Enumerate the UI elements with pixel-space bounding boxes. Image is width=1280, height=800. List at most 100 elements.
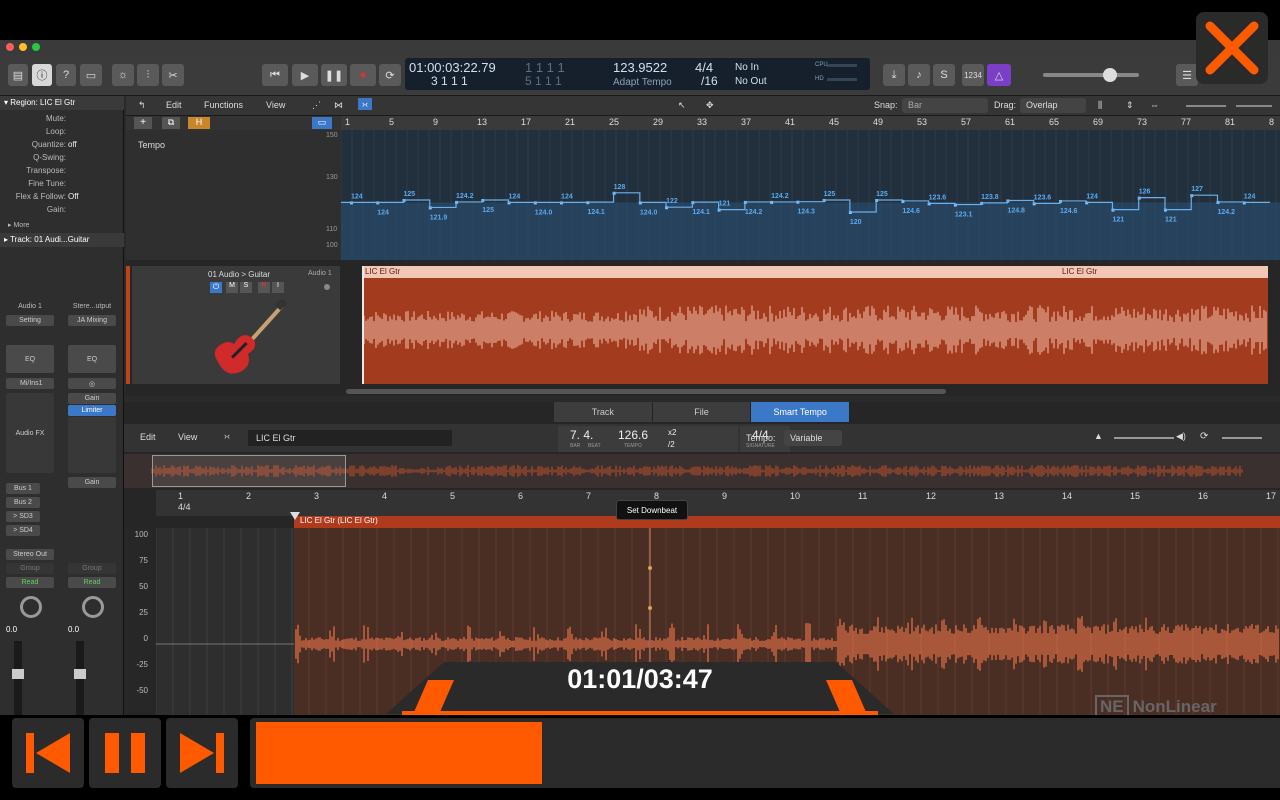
monitor-volume-slider[interactable] [1114,437,1174,439]
minimize-window-button[interactable] [19,43,27,51]
metronome-button[interactable]: △ [987,64,1011,86]
pause-button[interactable]: ❚❚ [321,64,347,86]
region-name-field[interactable]: LIC El Gtr [248,430,452,446]
send-sd4[interactable]: > SD4 [6,525,40,536]
smart-tempo-icon[interactable]: ›‹ [358,98,372,110]
master-volume-knob[interactable] [1103,68,1117,82]
solo-button[interactable]: S [240,282,252,293]
smart-controls-button[interactable]: ☼ [112,64,134,86]
previous-button[interactable] [12,718,84,788]
signature-marker-1[interactable]: 4/4 [178,502,191,512]
input-monitor-button[interactable]: I [272,282,284,293]
replace-button[interactable]: ⤓ [883,64,905,86]
region-param-row[interactable]: Gain: [0,205,124,218]
region-overview[interactable] [124,454,1280,488]
cycle-button[interactable]: ⟳ [379,64,401,86]
automation-read[interactable]: Read [6,577,54,588]
send-sd3[interactable]: > SD3 [6,511,40,522]
progress-track[interactable] [250,718,1280,788]
drag-select[interactable]: Overlap [1020,98,1086,113]
help-button[interactable]: ? [56,64,76,86]
region-param-row[interactable]: Transpose: [0,166,124,179]
zoom-window-button[interactable] [32,43,40,51]
tempo-track-header[interactable]: Tempo 150 130 110 100 [126,130,341,260]
pause-video-button[interactable] [89,718,161,788]
bar-ruler[interactable]: 1 5 9 13 17 21 25 29 33 37 41 45 49 53 57 61 65 69 73 77 81 8 [341,116,1280,130]
cycle-icon[interactable]: ⟳ [1200,431,1208,442]
region-start-marker[interactable] [290,512,300,520]
catch-icon[interactable]: ⋈ [334,100,343,111]
eq-button[interactable]: EQ [6,345,54,373]
transient-marker[interactable] [648,566,652,570]
send-bus-2[interactable]: Bus 2 [6,497,40,508]
global-tracks-button[interactable]: ▭ [312,117,332,129]
editor-region-bar[interactable]: LIC El Gtr (LIC El Gtr) [294,516,1280,528]
fx-empty[interactable] [68,417,116,473]
list-editors-button[interactable]: ☰ [1176,64,1198,86]
track-on-button[interactable]: ⏻ [210,282,222,293]
region-param-row[interactable]: Q-Swing: [0,153,124,166]
plugin-gain[interactable]: Gain [68,393,116,404]
flex-icon[interactable]: ⋰ [312,100,321,111]
pointer-tool-icon[interactable]: ↖ [678,100,686,111]
close-window-button[interactable] [6,43,14,51]
group-slot[interactable]: Group [68,563,116,574]
region-param-row[interactable]: Loop: [0,127,124,140]
more-toggle[interactable]: ▸ More [8,221,29,229]
tempo-mode-select[interactable]: Variable [784,430,842,446]
group-slot[interactable]: Group [6,563,54,574]
post-gain[interactable]: Gain [68,477,116,488]
zoom-slider[interactable] [1222,437,1262,439]
toolbar-button[interactable]: ▭ [80,64,102,86]
add-track-button[interactable]: + [134,117,152,129]
speaker-icon[interactable]: ◀) [1176,431,1186,442]
horizontal-zoom-icon[interactable]: ⇔ [1150,100,1159,110]
duplicate-track-button[interactable]: ⧉ [162,117,180,129]
rewind-button[interactable]: ⏮ [262,64,288,86]
record-button[interactable]: ● [350,64,376,86]
link-button[interactable]: ◎ [68,378,116,389]
region-param-row[interactable]: Quantize: off [0,140,124,153]
record-enable-button[interactable]: R [258,282,270,293]
editors-button[interactable]: ✂ [162,64,184,86]
track-inspector-header[interactable]: ▸ Track: 01 Audi...Guitar [0,233,124,247]
pan-knob[interactable] [20,596,42,618]
output-slot[interactable]: Stereo Out [6,549,54,560]
region-param-row[interactable]: Mute: [0,114,124,127]
send-bus-1[interactable]: Bus 1 [6,483,40,494]
horizontal-scrollbar[interactable] [346,389,946,394]
audio-region[interactable]: LIC El Gtr LIC El Gtr [362,266,1268,384]
pan-knob[interactable] [82,596,104,618]
region-param-row[interactable]: Fine Tune: [0,179,124,192]
back-arrow-icon[interactable]: ↰ [138,100,146,111]
region-inspector-header[interactable]: ▾ Region: LIC El Gtr [0,96,124,110]
count-in-button[interactable]: 1234 [962,64,984,86]
menu-view[interactable]: View [266,100,285,110]
fader-cap[interactable] [12,669,24,679]
close-player-button[interactable] [1196,12,1268,84]
tab-smart-tempo[interactable]: Smart Tempo [751,402,851,422]
fader-cap[interactable] [74,669,86,679]
tempo-double[interactable]: x2 [668,428,676,437]
next-button[interactable] [166,718,238,788]
audio-track-header[interactable]: 01 Audio > Guitar Audio 1 ⏻ M S R I [132,266,340,384]
input-slot[interactable]: Mi/Ins1 [6,378,54,389]
snap-select[interactable]: Bar [902,98,988,113]
lcd-display[interactable]: 01:00:03:22.79 3 1 1 1 1 1 1 1 5 1 1 1 1… [405,58,870,90]
secondary-tool-icon[interactable]: ✥ [706,100,714,111]
hzoom-slider[interactable] [1236,105,1272,107]
solo-button[interactable]: S [933,64,955,86]
tempo-half[interactable]: /2 [668,440,675,449]
menu-view[interactable]: View [178,432,197,442]
play-button[interactable]: ▶ [292,64,318,86]
transient-marker[interactable] [648,606,652,610]
waveform-zoom-icon[interactable]: ⫼ [1098,100,1102,111]
audio-fx-slot[interactable]: Audio FX [6,393,54,473]
setting-button[interactable]: Setting [6,315,54,326]
menu-edit[interactable]: Edit [140,432,156,442]
vzoom-slider[interactable] [1186,105,1226,107]
setting-button[interactable]: JA Mixing [68,315,116,326]
tab-track[interactable]: Track [554,402,653,422]
mixer-button[interactable]: ⫶ [137,64,159,86]
mute-button[interactable]: M [226,282,238,293]
